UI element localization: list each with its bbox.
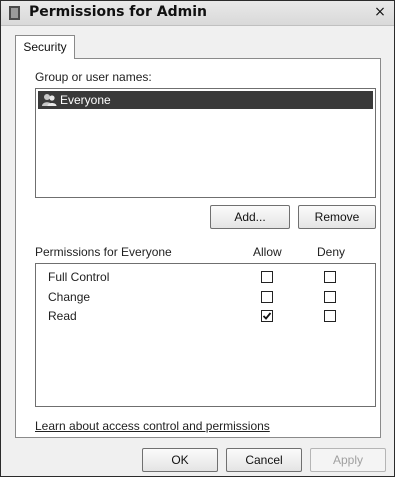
- permission-name: Full Control: [48, 270, 110, 284]
- list-item-label: Everyone: [60, 93, 111, 107]
- access-control-help-link[interactable]: Learn about access control and permissio…: [35, 419, 270, 433]
- permission-row-change: Change: [36, 288, 375, 306]
- permission-name: Read: [48, 309, 77, 323]
- add-button[interactable]: Add...: [210, 205, 290, 229]
- allow-read-checkbox[interactable]: [261, 310, 273, 322]
- cancel-button[interactable]: Cancel: [226, 448, 302, 472]
- group-user-list[interactable]: Everyone: [35, 88, 376, 198]
- permissions-dialog: Permissions for Admin × Security Group o…: [0, 0, 395, 477]
- allow-full-control-checkbox[interactable]: [261, 271, 273, 283]
- apply-button[interactable]: Apply: [310, 448, 386, 472]
- list-item[interactable]: Everyone: [38, 91, 373, 109]
- title-bar: Permissions for Admin ×: [1, 1, 394, 26]
- deny-read-checkbox[interactable]: [324, 310, 336, 322]
- permissions-list: Full Control Change Read: [35, 263, 376, 407]
- group-user-names-label: Group or user names:: [35, 70, 152, 84]
- users-icon: [42, 94, 57, 106]
- tab-security[interactable]: Security: [15, 35, 75, 59]
- ok-button[interactable]: OK: [142, 448, 218, 472]
- allow-column-header: Allow: [253, 245, 282, 259]
- allow-change-checkbox[interactable]: [261, 291, 273, 303]
- permission-row-read: Read: [36, 307, 375, 325]
- close-button[interactable]: ×: [370, 3, 390, 21]
- window-title: Permissions for Admin: [29, 4, 208, 20]
- folder-share-icon: [9, 6, 20, 20]
- permission-row-full-control: Full Control: [36, 268, 375, 286]
- permission-name: Change: [48, 290, 91, 304]
- checkmark-icon: [262, 312, 272, 320]
- permissions-header: Permissions for Everyone: [35, 245, 172, 259]
- deny-full-control-checkbox[interactable]: [324, 271, 336, 283]
- remove-button[interactable]: Remove: [298, 205, 376, 229]
- deny-column-header: Deny: [317, 245, 346, 259]
- deny-change-checkbox[interactable]: [324, 291, 336, 303]
